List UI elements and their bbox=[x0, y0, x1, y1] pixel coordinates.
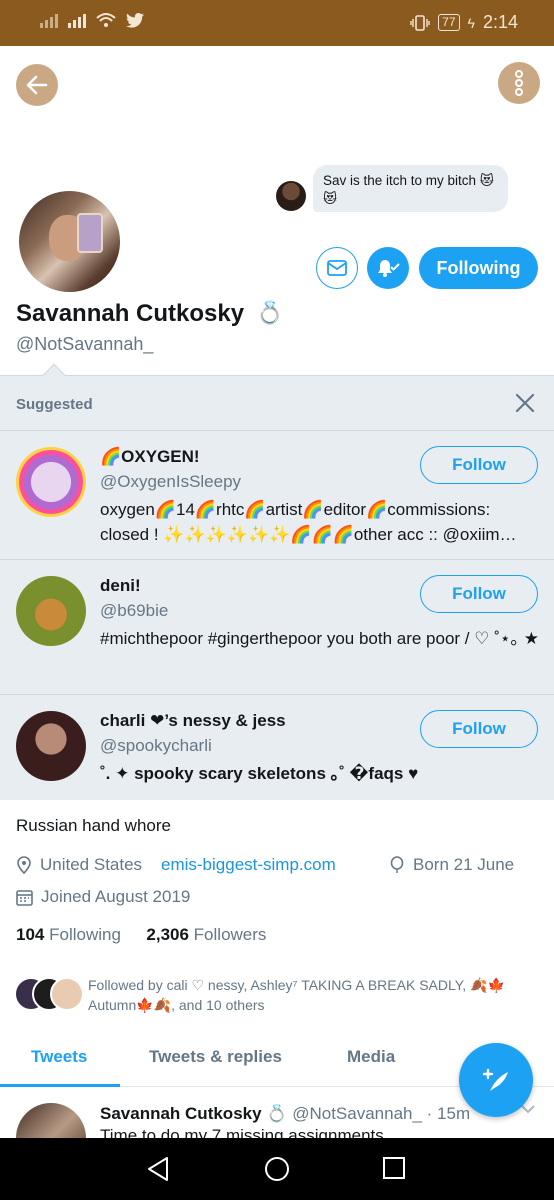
tab-tweets-replies[interactable]: Tweets & replies bbox=[149, 1047, 282, 1067]
followers-link[interactable]: 2,306 Followers bbox=[146, 925, 266, 944]
clock: 2:14 bbox=[482, 12, 518, 32]
follow-button[interactable]: Follow bbox=[420, 446, 538, 484]
suggested-name[interactable]: charli ❤︎’s nessy & jess bbox=[100, 711, 286, 731]
following-count: 104 bbox=[16, 925, 45, 944]
dm-preview-bubble[interactable]: Sav is the itch to my bitch 😻😻 bbox=[313, 165, 508, 212]
wifi-icon bbox=[96, 13, 116, 27]
back-button[interactable] bbox=[16, 64, 58, 106]
suggested-handle: @spookycharli bbox=[100, 736, 212, 755]
follow-counts: 104 Following 2,306 Followers bbox=[16, 925, 266, 945]
suggested-avatar[interactable] bbox=[16, 711, 86, 781]
nav-recents-icon[interactable] bbox=[382, 1156, 406, 1180]
more-vertical-icon bbox=[515, 70, 523, 96]
suggested-avatar[interactable] bbox=[16, 576, 86, 646]
suggested-name[interactable]: deni! bbox=[100, 576, 141, 596]
nav-home-icon[interactable] bbox=[264, 1156, 290, 1182]
envelope-icon bbox=[327, 260, 347, 276]
tweet-text: Time to do my 7 missing assignments bbox=[100, 1126, 384, 1138]
suggested-item[interactable]: 🌈OXYGEN! @OxygenIsSleepy oxygen🌈14🌈rhtc🌈… bbox=[0, 431, 554, 559]
suggested-accounts-panel: Suggested 🌈OXYGEN! @OxygenIsSleepy oxyge… bbox=[0, 375, 554, 800]
suggested-item[interactable]: deni! @b69bie #michthepoor #gingerthepoo… bbox=[0, 560, 554, 694]
bell-check-icon bbox=[378, 260, 400, 277]
follow-button[interactable]: Follow bbox=[420, 710, 538, 748]
status-bar: 77 ϟ 2:14 bbox=[0, 0, 554, 46]
following-label: Following bbox=[49, 925, 121, 944]
suggested-bio: #michthepoor #gingerthepoor you both are… bbox=[100, 629, 539, 648]
birthday-text: Born 21 June bbox=[413, 855, 515, 874]
tweet-author-handle: @NotSavannah_ bbox=[292, 1104, 422, 1123]
website-meta[interactable]: emis-biggest-simp.com bbox=[161, 855, 336, 875]
profile-handle: @NotSavannah_ bbox=[16, 334, 154, 354]
website-link[interactable]: emis-biggest-simp.com bbox=[161, 855, 336, 875]
following-button[interactable]: Following bbox=[419, 247, 538, 289]
suggested-title: Suggested bbox=[16, 396, 93, 413]
suggested-item[interactable]: charli ❤︎’s nessy & jess @spookycharli ˚… bbox=[0, 695, 554, 801]
balloon-icon bbox=[390, 856, 404, 873]
tweet-avatar[interactable] bbox=[16, 1103, 86, 1138]
profile-avatar[interactable] bbox=[16, 188, 123, 295]
suggested-bio: ˚. ✦ spooky scary skeletons ｡˚ �faqs ♥ bbox=[100, 764, 419, 783]
signal-icon bbox=[40, 12, 58, 28]
ring-emoji: 💍 bbox=[256, 300, 284, 325]
followers-label: Followers bbox=[193, 925, 267, 944]
signal-icon bbox=[68, 12, 86, 28]
compose-tweet-button[interactable] bbox=[459, 1043, 533, 1117]
notifications-button[interactable] bbox=[367, 247, 409, 289]
location-pin-icon bbox=[17, 856, 31, 874]
compose-feather-icon bbox=[482, 1068, 508, 1091]
vibrate-icon bbox=[410, 14, 430, 31]
followed-by-text[interactable]: Followed by cali ♡ nessy, Ashley⁷ TAKING… bbox=[88, 975, 538, 1015]
tweet-author-name: Savannah Cutkosky bbox=[100, 1104, 262, 1123]
dm-sender-avatar[interactable] bbox=[276, 181, 306, 211]
followers-count: 2,306 bbox=[146, 925, 189, 944]
active-tab-indicator bbox=[0, 1084, 120, 1087]
suggested-name[interactable]: 🌈OXYGEN! bbox=[100, 447, 200, 467]
birthday-meta: Born 21 June bbox=[389, 855, 514, 875]
joined-meta: Joined August 2019 bbox=[16, 887, 190, 907]
charging-icon: ϟ bbox=[467, 14, 475, 31]
followed-by-avatars[interactable] bbox=[14, 977, 84, 1011]
location-text: United States bbox=[40, 855, 143, 874]
following-link[interactable]: 104 Following bbox=[16, 925, 121, 944]
twitter-bird-icon bbox=[126, 12, 144, 28]
follow-button[interactable]: Follow bbox=[420, 575, 538, 613]
arrow-left-icon bbox=[26, 75, 48, 95]
battery-icon: 77 bbox=[438, 14, 460, 31]
tweet-time: · 15m bbox=[426, 1104, 471, 1123]
suggested-avatar[interactable] bbox=[16, 447, 86, 517]
system-nav-bar bbox=[0, 1138, 554, 1200]
tweet-header: Savannah Cutkosky 💍 @NotSavannah_ · 15m bbox=[100, 1104, 470, 1124]
location-meta: United States bbox=[16, 855, 142, 875]
more-options-button[interactable] bbox=[498, 62, 540, 104]
tab-tweets[interactable]: Tweets bbox=[31, 1047, 87, 1067]
suggested-bio: oxygen🌈14🌈rhtc🌈artist🌈editor🌈commissions… bbox=[100, 500, 517, 544]
profile-display-name: Savannah Cutkosky bbox=[16, 300, 245, 327]
profile-bio: Russian hand whore bbox=[16, 816, 171, 835]
close-icon[interactable] bbox=[514, 392, 536, 414]
suggested-handle: @b69bie bbox=[100, 601, 169, 620]
tab-media[interactable]: Media bbox=[347, 1047, 395, 1067]
suggested-handle: @OxygenIsSleepy bbox=[100, 472, 242, 491]
ring-emoji: 💍 bbox=[266, 1104, 288, 1123]
nav-back-icon[interactable] bbox=[146, 1156, 170, 1182]
message-button[interactable] bbox=[316, 247, 358, 289]
joined-text: Joined August 2019 bbox=[41, 887, 191, 906]
calendar-icon bbox=[16, 889, 33, 906]
